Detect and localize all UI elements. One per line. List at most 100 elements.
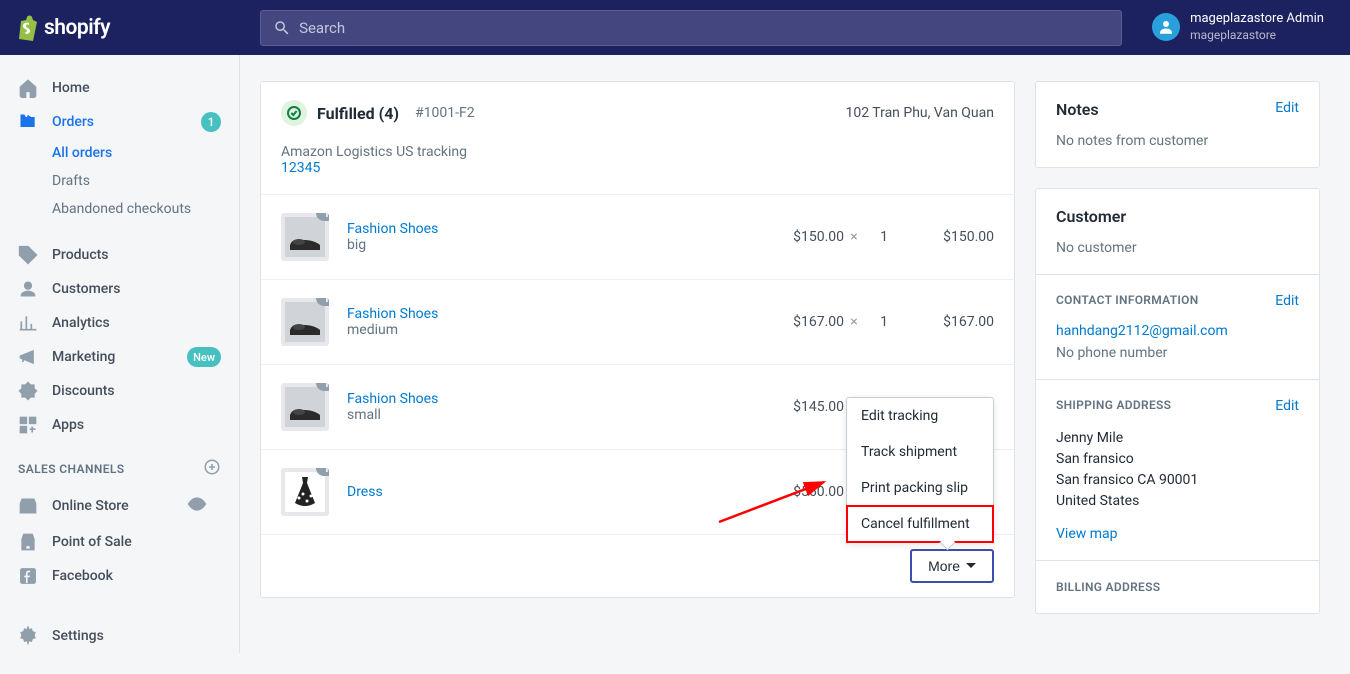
sidebar: Home Orders 1 All orders Drafts Abandone… [0,55,240,653]
variant-label: big [347,237,754,253]
main-content: Fulfilled (4) #1001-F2 102 Tran Phu, Van… [240,55,1340,674]
line-item: 1Fashion Shoesbig$150.00×1$150.00 [261,194,1014,279]
fulfillment-status: Fulfilled (4) [317,104,399,123]
notes-card: Notes Edit No notes from customer [1035,81,1320,168]
nav-pos[interactable]: Point of Sale [0,525,239,559]
line-qty: 1 [864,229,904,245]
facebook-icon [18,566,38,586]
pos-icon [18,532,38,552]
nav-home[interactable]: Home [0,71,239,105]
ship-state: San fransico CA 90001 [1056,470,1299,491]
product-link[interactable]: Dress [347,484,754,500]
contact-edit[interactable]: Edit [1275,293,1299,309]
fulfillment-ref: #1001-F2 [415,105,475,121]
product-thumb: 1 [281,213,329,261]
nav-analytics[interactable]: Analytics [0,306,239,340]
apps-icon [18,415,38,435]
add-channel-icon[interactable] [203,458,221,479]
unit-price: $167.00 [754,314,844,330]
fulfillment-card: Fulfilled (4) #1001-F2 102 Tran Phu, Van… [260,81,1015,598]
search-icon [273,19,291,37]
customer-email[interactable]: hanhdang2112@gmail.com [1056,323,1299,339]
customer-card: Customer No customer CONTACT INFORMATION… [1035,188,1320,614]
nav-apps[interactable]: Apps [0,408,239,442]
tracking-link[interactable]: 12345 [281,160,994,176]
orders-icon [18,112,38,132]
product-link[interactable]: Fashion Shoes [347,306,754,322]
customer-title: Customer [1056,207,1299,226]
discount-icon [18,381,38,401]
product-thumb: 1 [281,298,329,346]
line-item: 1Fashion Shoesmedium$167.00×1$167.00 [261,279,1014,364]
view-map-link[interactable]: View map [1056,526,1299,542]
eye-icon[interactable] [187,494,221,518]
nav-products[interactable]: Products [0,238,239,272]
search-input[interactable]: Search [260,10,1122,46]
notes-title: Notes [1056,100,1099,119]
variant-label: small [347,407,754,423]
avatar [1152,13,1180,41]
times-symbol: × [844,314,864,330]
caret-down-icon [966,561,976,571]
notes-edit[interactable]: Edit [1275,100,1299,116]
ship-city: San fransico [1056,449,1299,470]
nav-orders[interactable]: Orders 1 [0,105,239,139]
more-button[interactable]: More [910,549,994,583]
nav-drafts[interactable]: Drafts [0,167,239,195]
carrier-label: Amazon Logistics US tracking [281,144,994,160]
sales-channels-heading: SALES CHANNELS [0,442,239,487]
shipping-title: SHIPPING ADDRESS [1056,398,1171,412]
line-qty: 1 [864,314,904,330]
shopify-logo[interactable]: shopify [16,15,110,41]
nav-abandoned[interactable]: Abandoned checkouts [0,195,239,223]
nav-online-store[interactable]: Online Store [0,487,239,525]
notes-empty: No notes from customer [1056,133,1299,149]
unit-price: $560.00 [754,484,844,500]
line-total: $150.00 [904,229,994,245]
menu-track-shipment[interactable]: Track shipment [847,434,993,470]
nav-marketing[interactable]: Marketing New [0,340,239,374]
nav-discounts[interactable]: Discounts [0,374,239,408]
store-name: mageplazastore [1190,28,1324,44]
tag-icon [18,245,38,265]
times-symbol: × [844,229,864,245]
ship-country: United States [1056,491,1299,512]
person-icon [18,279,38,299]
nav-facebook[interactable]: Facebook [0,559,239,593]
user-info: mageplazastore Admin mageplazastore [1190,11,1324,43]
unit-price: $145.00 [754,399,844,415]
customer-empty: No customer [1056,240,1299,256]
orders-badge: 1 [201,112,221,132]
logo-text: shopify [44,16,110,40]
store-icon [18,496,38,516]
ship-name: Jenny Mile [1056,428,1299,449]
new-badge: New [187,347,221,367]
shopify-bag-icon [16,15,40,41]
product-thumb: 1 [281,383,329,431]
app-header: shopify Search mageplazastore Admin mage… [0,0,1350,55]
shipping-edit[interactable]: Edit [1275,398,1299,414]
contact-info-title: CONTACT INFORMATION [1056,293,1199,307]
fulfilled-check-icon [281,100,307,126]
more-menu-popover: Edit tracking Track shipment Print packi… [846,397,994,543]
product-link[interactable]: Fashion Shoes [347,221,754,237]
product-link[interactable]: Fashion Shoes [347,391,754,407]
nav-settings[interactable]: Settings [0,619,239,653]
megaphone-icon [18,347,38,367]
fulfillment-location: 102 Tran Phu, Van Quan [845,105,994,121]
menu-cancel-fulfillment[interactable]: Cancel fulfillment [847,506,993,542]
bars-icon [18,313,38,333]
product-thumb: 1 [281,468,329,516]
nav-all-orders[interactable]: All orders [0,139,239,167]
line-total: $167.00 [904,314,994,330]
customer-phone: No phone number [1056,345,1299,361]
menu-edit-tracking[interactable]: Edit tracking [847,398,993,434]
billing-title: BILLING ADDRESS [1056,580,1160,594]
menu-print-packing-slip[interactable]: Print packing slip [847,470,993,506]
home-icon [18,78,38,98]
user-menu[interactable]: mageplazastore Admin mageplazastore [1152,11,1334,43]
gear-icon [18,626,38,646]
nav-customers[interactable]: Customers [0,272,239,306]
user-name: mageplazastore Admin [1190,11,1324,28]
unit-price: $150.00 [754,229,844,245]
